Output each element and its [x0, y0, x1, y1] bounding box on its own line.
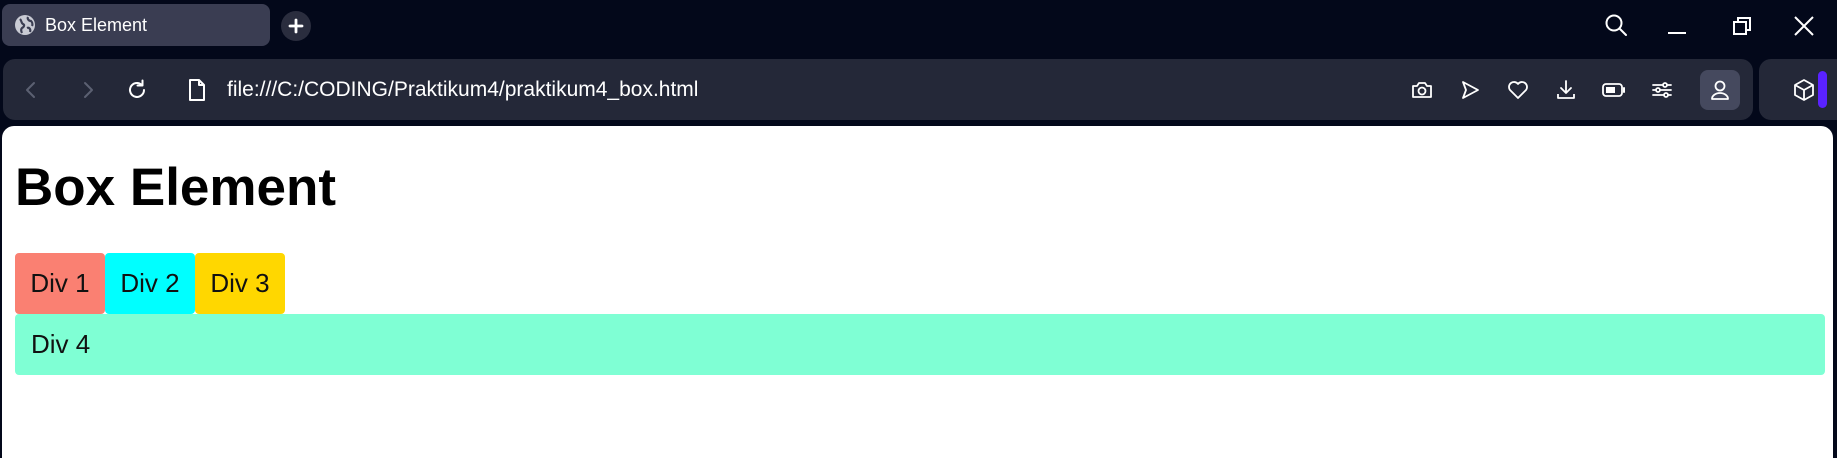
- search-icon: [1605, 14, 1627, 36]
- site-info-button[interactable]: [180, 73, 214, 107]
- page-heading: Box Element: [15, 158, 337, 217]
- minimize-button[interactable]: [1657, 8, 1697, 44]
- profile-icon: [1711, 80, 1729, 100]
- plus-icon: [288, 18, 304, 34]
- sliders-icon: [1652, 82, 1672, 98]
- search-tabs-button[interactable]: [1597, 8, 1637, 44]
- camera-icon: [1412, 82, 1432, 98]
- battery-icon: [1602, 83, 1625, 97]
- send-button[interactable]: [1453, 73, 1487, 107]
- favorites-button[interactable]: [1501, 73, 1535, 107]
- minimize-icon: [1668, 32, 1686, 34]
- tab-strip: Box Element: [0, 0, 1837, 50]
- close-button[interactable]: [1784, 8, 1824, 44]
- reload-button[interactable]: [120, 73, 154, 107]
- heart-icon: [1508, 81, 1528, 99]
- downloads-button[interactable]: [1549, 73, 1583, 107]
- back-icon: [26, 82, 35, 98]
- box-div-3: Div 3: [195, 253, 285, 314]
- forward-button[interactable]: [71, 73, 105, 107]
- back-button[interactable]: [14, 73, 48, 107]
- extensions-cube-icon: [1794, 79, 1814, 101]
- close-icon: [1794, 16, 1814, 36]
- easy-setup-button[interactable]: [1645, 73, 1679, 107]
- sidebar-accent-bar[interactable]: [1818, 71, 1827, 108]
- box-div-1: Div 1: [15, 253, 105, 314]
- box-div-2: Div 2: [105, 253, 195, 314]
- restore-icon: [1733, 17, 1751, 35]
- screenshot-button[interactable]: [1405, 73, 1439, 107]
- forward-icon: [84, 82, 93, 98]
- extensions-button[interactable]: [1787, 73, 1821, 107]
- address-bar[interactable]: file:///C:/CODING/Praktikum4/praktikum4_…: [227, 59, 698, 120]
- restore-button[interactable]: [1722, 8, 1762, 44]
- download-icon: [1557, 80, 1575, 99]
- battery-saver-button[interactable]: [1597, 73, 1631, 107]
- browser-toolbar: file:///C:/CODING/Praktikum4/praktikum4_…: [3, 59, 1753, 120]
- tab-title: Box Element: [45, 14, 148, 35]
- box-div-4: Div 4: [15, 314, 1825, 375]
- profile-button[interactable]: [1700, 70, 1740, 110]
- web-content: Box Element Div 1 Div 2 Div 3 Div 4: [2, 126, 1833, 458]
- tab-active[interactable]: Box Element: [2, 4, 270, 46]
- page-icon: [189, 79, 205, 101]
- reload-icon: [129, 79, 145, 98]
- globe-icon: [13, 13, 37, 37]
- new-tab-button[interactable]: [281, 11, 311, 41]
- send-icon: [1462, 81, 1479, 99]
